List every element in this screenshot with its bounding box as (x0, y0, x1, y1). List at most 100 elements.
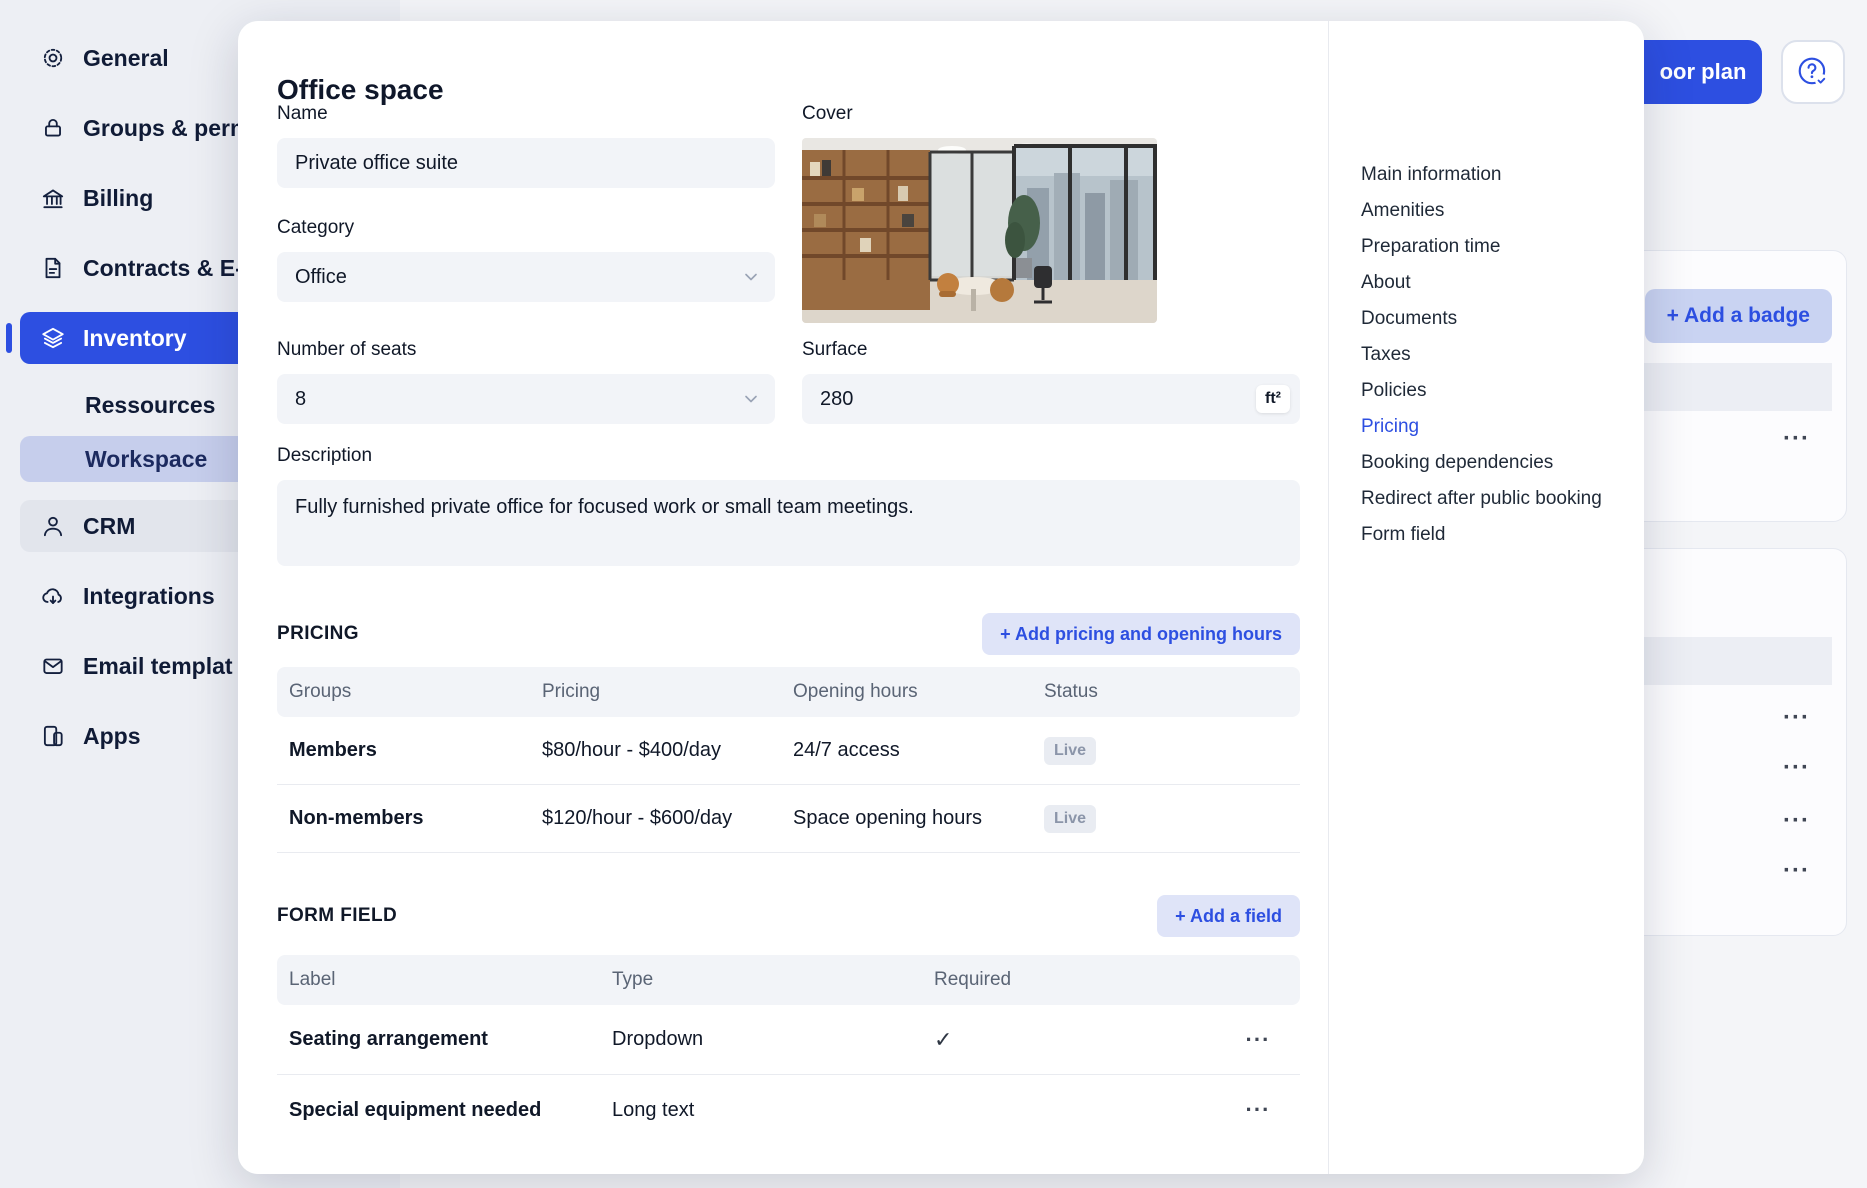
description-field-group: Description Fully furnished private offi… (277, 445, 1300, 571)
check-icon: ✓ (934, 1027, 1228, 1053)
seats-value: 8 (295, 388, 306, 411)
nav-item-form-field[interactable]: Form field (1329, 517, 1644, 553)
bank-icon (40, 185, 66, 211)
category-value: Office (295, 266, 347, 289)
pricing-row-non-members[interactable]: Non-members $120/hour - $600/day Space o… (277, 785, 1300, 853)
category-field-group: Category Office (277, 217, 775, 302)
add-field-button[interactable]: + Add a field (1157, 895, 1300, 937)
mail-icon (40, 653, 66, 679)
nav-item-label: Redirect after public booking (1361, 488, 1602, 510)
pricing-section-header: PRICING + Add pricing and opening hours (277, 613, 1300, 655)
category-label: Category (277, 217, 775, 239)
field-label-cell: Seating arrangement (289, 1028, 612, 1051)
floor-plan-label: oor plan (1660, 59, 1747, 85)
column-header-type: Type (612, 969, 934, 991)
cover-image[interactable] (802, 138, 1157, 323)
form-field-row-equipment[interactable]: Special equipment needed Long text ··· (277, 1075, 1300, 1145)
apps-icon (40, 723, 66, 749)
hours-cell: 24/7 access (793, 739, 1044, 762)
nav-item-label: Policies (1361, 380, 1426, 402)
more-options-icon[interactable]: ··· (1783, 427, 1810, 451)
name-input[interactable] (277, 138, 775, 188)
surface-field-group: Surface ft² (802, 339, 1300, 424)
nav-item-label: Booking dependencies (1361, 452, 1553, 474)
sidebar-item-label: Contracts & E- (83, 255, 243, 282)
pricing-table: Groups Pricing Opening hours Status Memb… (277, 667, 1300, 853)
seats-select[interactable]: 8 (277, 374, 775, 424)
surface-input-wrap: ft² (802, 374, 1300, 424)
more-options-icon[interactable]: ··· (1246, 1099, 1271, 1121)
name-field-group: Name (277, 103, 775, 188)
pricing-heading: PRICING (277, 623, 359, 645)
pricing-cell: $80/hour - $400/day (542, 739, 793, 762)
nav-item-amenities[interactable]: Amenities (1329, 193, 1644, 229)
nav-item-label: About (1361, 272, 1411, 294)
chevron-down-icon (741, 267, 761, 287)
nav-item-policies[interactable]: Policies (1329, 373, 1644, 409)
nav-item-preparation-time[interactable]: Preparation time (1329, 229, 1644, 265)
pricing-cell: $120/hour - $600/day (542, 807, 793, 830)
more-options-icon[interactable]: ··· (1783, 706, 1810, 730)
more-options-icon[interactable]: ··· (1783, 809, 1810, 833)
more-options-icon[interactable]: ··· (1783, 756, 1810, 780)
office-space-modal: Office space Name Cover (238, 21, 1644, 1174)
form-field-table: Label Type Required Seating arrangement … (277, 955, 1300, 1145)
column-header-groups: Groups (289, 681, 542, 703)
column-header-required: Required (934, 969, 1228, 991)
active-item-accent-bar (6, 323, 12, 353)
description-label: Description (277, 445, 1300, 467)
nav-item-label: Form field (1361, 524, 1445, 546)
sidebar-item-label: Groups & perm (83, 115, 250, 142)
cover-field-group: Cover (802, 103, 1157, 323)
sidebar-item-label: Ressources (85, 392, 215, 419)
add-pricing-button[interactable]: + Add pricing and opening hours (982, 613, 1300, 655)
sidebar-item-label: CRM (83, 513, 135, 540)
field-type-cell: Dropdown (612, 1028, 934, 1051)
modal-main-content: Office space Name Cover (277, 21, 1300, 1174)
nav-item-label: Taxes (1361, 344, 1411, 366)
person-icon (40, 513, 66, 539)
surface-input[interactable] (802, 374, 1300, 424)
more-options-icon[interactable]: ··· (1783, 859, 1810, 883)
pricing-row-members[interactable]: Members $80/hour - $400/day 24/7 access … (277, 717, 1300, 785)
gear-icon (40, 45, 66, 71)
nav-item-about[interactable]: About (1329, 265, 1644, 301)
column-header-label: Label (289, 969, 612, 991)
nav-item-redirect-after-public-booking[interactable]: Redirect after public booking (1329, 481, 1644, 517)
add-pricing-label: + Add pricing and opening hours (1000, 624, 1282, 644)
column-header-status: Status (1044, 681, 1288, 703)
pricing-table-header: Groups Pricing Opening hours Status (277, 667, 1300, 717)
column-header-opening-hours: Opening hours (793, 681, 1044, 703)
sidebar-item-label: Inventory (83, 325, 187, 352)
nav-item-pricing[interactable]: Pricing (1329, 409, 1644, 445)
nav-item-taxes[interactable]: Taxes (1329, 337, 1644, 373)
form-field-heading: FORM FIELD (277, 905, 397, 927)
nav-item-booking-dependencies[interactable]: Booking dependencies (1329, 445, 1644, 481)
surface-unit-badge: ft² (1256, 385, 1290, 413)
layers-icon (40, 325, 66, 351)
more-options-icon[interactable]: ··· (1246, 1029, 1271, 1051)
cover-label: Cover (802, 103, 1157, 125)
chevron-down-icon (741, 389, 761, 409)
seats-label: Number of seats (277, 339, 775, 361)
group-cell: Non-members (289, 807, 542, 830)
category-select[interactable]: Office (277, 252, 775, 302)
status-badge: Live (1044, 805, 1096, 833)
floor-plan-button[interactable]: oor plan (1644, 40, 1762, 104)
description-textarea[interactable]: Fully furnished private office for focus… (277, 480, 1300, 566)
cloud-icon (40, 583, 66, 609)
nav-item-label: Main information (1361, 164, 1501, 186)
form-field-section-header: FORM FIELD + Add a field (277, 895, 1300, 937)
sidebar-item-label: General (83, 45, 169, 72)
help-circle-icon (1796, 55, 1830, 89)
help-button[interactable] (1781, 40, 1845, 104)
seats-field-group: Number of seats 8 (277, 339, 775, 424)
nav-item-documents[interactable]: Documents (1329, 301, 1644, 337)
nav-item-main-information[interactable]: Main information (1329, 157, 1644, 193)
modal-title: Office space (277, 74, 444, 106)
sidebar-item-label: Apps (83, 723, 141, 750)
field-label-cell: Special equipment needed (289, 1099, 612, 1122)
add-badge-button[interactable]: + Add a badge (1645, 289, 1832, 343)
modal-section-nav: Main information Amenities Preparation t… (1328, 21, 1644, 1174)
form-field-row-seating[interactable]: Seating arrangement Dropdown ✓ ··· (277, 1005, 1300, 1075)
